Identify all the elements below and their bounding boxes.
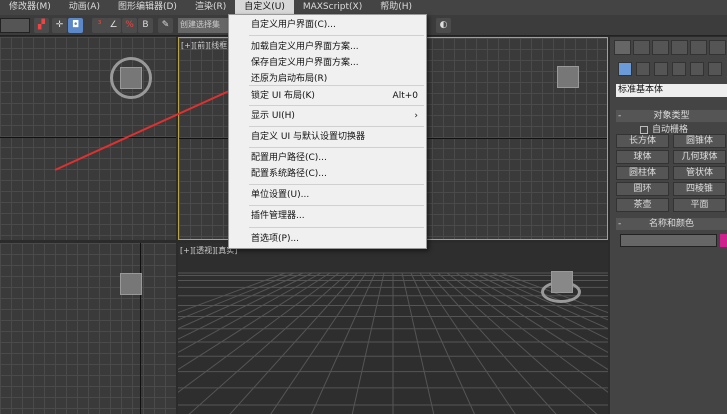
edit-named-selection-icon[interactable]: ✎ [158, 18, 173, 33]
menu-item-shortcut: › [414, 111, 418, 121]
menu-animation[interactable]: 动画(A) [60, 0, 109, 15]
spinner-snap-icon[interactable]: B [138, 18, 153, 33]
shapes-icon[interactable] [636, 62, 650, 76]
motion-tab-icon[interactable] [671, 40, 688, 55]
menu-customize[interactable]: 自定义(U) [235, 0, 294, 15]
viewcube-icon[interactable] [557, 66, 579, 88]
rollout-title: 名称和颜色 [648, 219, 694, 229]
menu-item-label: 保存自定义用户界面方案... [251, 58, 359, 68]
menu-separator [249, 126, 424, 127]
geometry-icon[interactable] [618, 62, 632, 76]
menu-item[interactable]: 配置系统路径(C)... [251, 167, 418, 182]
perspective-grid [178, 272, 608, 414]
menu-item-label: 自定义用户界面(C)... [251, 20, 336, 30]
viewcube-icon[interactable] [120, 67, 142, 89]
menu-item-label: 还原为启动布局(R) [251, 74, 328, 84]
selection-filter-dropdown[interactable] [0, 18, 30, 33]
menu-item-label: 单位设置(U)... [251, 190, 310, 200]
rollout-title: 对象类型 [653, 111, 690, 121]
object-type-button[interactable]: 四棱锥 [673, 182, 726, 196]
move-icon[interactable]: ✛ [52, 18, 67, 33]
menu-separator [249, 184, 424, 185]
menu-item-label: 自定义 UI 与默认设置切换器 [251, 132, 365, 142]
menu-graph-editors[interactable]: 图形编辑器(D) [109, 0, 186, 15]
object-type-button[interactable]: 管状体 [673, 166, 726, 180]
menu-separator [249, 105, 424, 106]
viewport-left[interactable] [0, 243, 176, 414]
menu-item-label: 首选项(P)... [251, 234, 300, 244]
percent-snap-icon[interactable]: % [122, 18, 137, 33]
utilities-tab-icon[interactable] [709, 40, 726, 55]
viewport-select-icon[interactable]: ◘ [68, 18, 83, 33]
menu-item[interactable]: 自定义用户界面(C)... [251, 18, 418, 33]
object-type-button[interactable]: 茶壶 [616, 198, 669, 212]
angle-snap-icon[interactable]: ∠ [106, 18, 121, 33]
customize-menu-dropdown: 自定义用户界面(C)... 加载自定义用户界面方案... 保存自定义用户界面方案..… [228, 14, 427, 249]
space-warps-icon[interactable] [708, 62, 722, 76]
hierarchy-tab-icon[interactable] [652, 40, 669, 55]
menu-item[interactable]: 配置用户路径(C)... [251, 151, 418, 166]
menu-item[interactable]: 首选项(P)... [251, 232, 418, 247]
menu-item-label: 加载自定义用户界面方案... [251, 42, 359, 52]
collapse-toggle[interactable]: - [618, 218, 621, 230]
menu-item-label: 配置用户路径(C)... [251, 153, 327, 163]
menu-item-label: 锁定 UI 布局(K) [251, 91, 315, 101]
select-link-icon[interactable]: ▞ [34, 18, 49, 33]
menu-item[interactable]: 自定义 UI 与默认设置切换器 [251, 130, 418, 145]
create-tab-icon[interactable] [614, 40, 631, 55]
menu-separator [249, 147, 424, 148]
menu-item[interactable]: 插件管理器... [251, 209, 418, 224]
viewcube-icon[interactable] [551, 271, 573, 293]
object-name-input[interactable] [620, 234, 717, 247]
menu-item-label: 显示 UI(H) [251, 111, 295, 121]
menu-item[interactable]: 加载自定义用户界面方案... [251, 40, 418, 55]
snap-icon[interactable]: ³ [92, 18, 107, 33]
menu-separator [249, 35, 424, 36]
display-tab-icon[interactable] [690, 40, 707, 55]
modify-tab-icon[interactable] [633, 40, 650, 55]
object-type-button[interactable]: 圆环 [616, 182, 669, 196]
object-type-button[interactable]: 圆柱体 [616, 166, 669, 180]
menu-maxscript[interactable]: MAXScript(X) [294, 0, 371, 15]
menu-bar: 修改器(M) 动画(A) 图形编辑器(D) 渲染(R) 自定义(U) MAXSc… [0, 0, 727, 15]
viewport-label[interactable]: [+][前][线框] [181, 40, 230, 51]
object-type-button[interactable]: 球体 [616, 150, 669, 164]
menu-item[interactable]: 单位设置(U)... [251, 188, 418, 203]
menu-modifiers[interactable]: 修改器(M) [0, 0, 60, 15]
viewport-top[interactable] [0, 37, 176, 240]
object-type-button[interactable]: 平面 [673, 198, 726, 212]
render-icon[interactable]: ◐ [436, 18, 451, 33]
menu-item-label: 插件管理器... [251, 211, 305, 221]
helpers-icon[interactable] [690, 62, 704, 76]
object-type-button[interactable]: 圆锥体 [673, 134, 726, 148]
menu-help[interactable]: 帮助(H) [371, 0, 421, 15]
menu-item[interactable]: 锁定 UI 布局(K) Alt+0 [251, 89, 418, 104]
menu-separator [249, 227, 424, 228]
menu-item-shortcut: Alt+0 [392, 91, 418, 101]
menu-item[interactable]: 显示 UI(H) › [251, 109, 418, 124]
viewcube-icon[interactable] [120, 273, 142, 295]
menu-separator [249, 205, 424, 206]
primitive-type-dropdown[interactable]: 标准基本体 [616, 84, 727, 97]
menu-item[interactable]: 还原为启动布局(R) [251, 72, 418, 87]
object-type-button[interactable]: 几何球体 [673, 150, 726, 164]
menu-item-label: 配置系统路径(C)... [251, 169, 327, 179]
object-type-button[interactable]: 长方体 [616, 134, 669, 148]
name-color-rollout[interactable]: - 名称和颜色 [616, 218, 727, 230]
object-type-rollout[interactable]: - 对象类型 [616, 110, 727, 122]
object-color-swatch[interactable] [720, 234, 727, 247]
menu-item[interactable]: 保存自定义用户界面方案... [251, 56, 418, 71]
menu-rendering[interactable]: 渲染(R) [186, 0, 235, 15]
cameras-icon[interactable] [672, 62, 686, 76]
lights-icon[interactable] [654, 62, 668, 76]
viewport-perspective[interactable]: [+][透视][真实] [178, 243, 608, 414]
command-panel: 标准基本体 - 对象类型 自动栅格 长方体 圆锥体 球体 几何球体 圆柱体 管状体 圆环 四棱锥… [610, 37, 727, 414]
collapse-toggle[interactable]: - [618, 110, 621, 122]
